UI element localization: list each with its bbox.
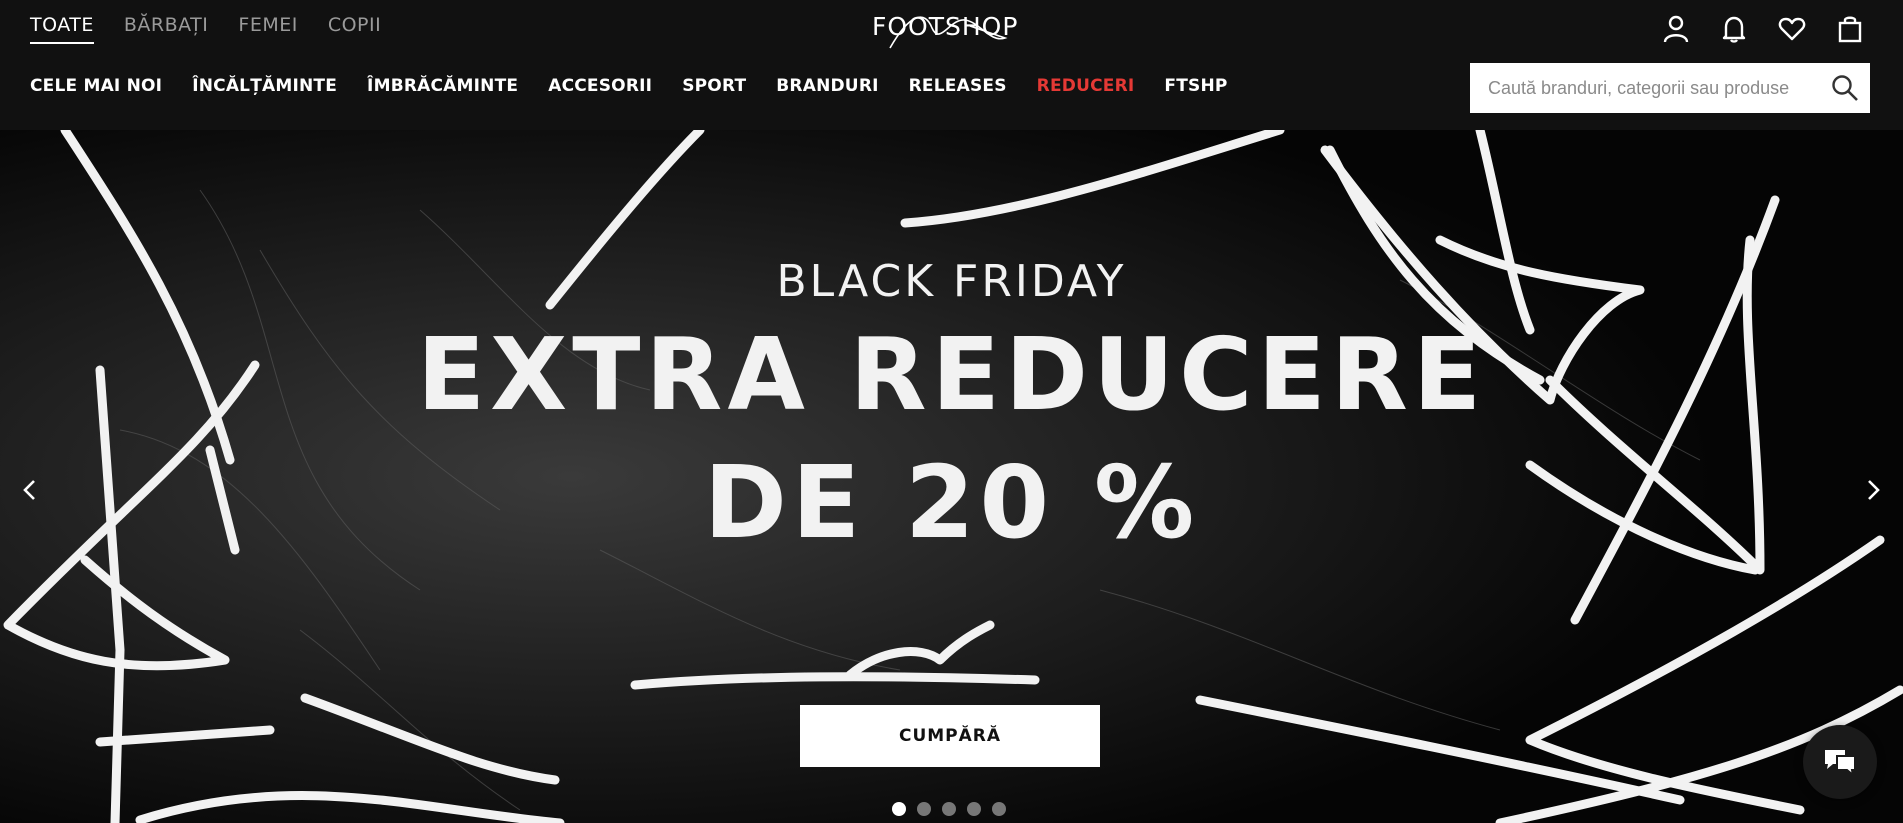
search-input[interactable] (1470, 63, 1820, 113)
nav-imbracaminte[interactable]: ÎMBRĂCĂMINTE (367, 76, 518, 96)
nav-branduri[interactable]: BRANDURI (776, 76, 878, 96)
search-icon[interactable] (1820, 63, 1870, 113)
bag-icon[interactable] (1833, 12, 1867, 46)
tab-barbati[interactable]: BĂRBAȚI (124, 14, 209, 44)
shop-now-button[interactable]: CUMPĂRĂ (800, 705, 1100, 767)
gender-tabs: TOATE BĂRBAȚI FEMEI COPII (30, 14, 411, 44)
nav-reduceri[interactable]: REDUCERI (1037, 76, 1135, 96)
nav-releases[interactable]: RELEASES (909, 76, 1007, 96)
nav-accesorii[interactable]: ACCESORII (548, 76, 652, 96)
carousel-dot[interactable] (917, 802, 931, 816)
hero-headline-line2: DE 20 % (703, 444, 1200, 561)
nav-incaltaminte[interactable]: ÎNCĂLȚĂMINTE (192, 76, 337, 96)
site-header: TOATE BĂRBAȚI FEMEI COPII FOOTSHOP CELE … (0, 0, 1903, 130)
carousel-dot[interactable] (942, 802, 956, 816)
carousel-dot[interactable] (892, 802, 906, 816)
chat-icon[interactable] (1803, 725, 1877, 799)
tab-copii[interactable]: COPII (328, 14, 381, 44)
carousel-dot[interactable] (992, 802, 1006, 816)
user-icon[interactable] (1659, 12, 1693, 46)
nav-sport[interactable]: SPORT (682, 76, 746, 96)
tab-femei[interactable]: FEMEI (238, 14, 297, 44)
search-box (1470, 63, 1870, 113)
carousel-prev-icon[interactable] (10, 470, 50, 510)
nav-cele-mai-noi[interactable]: CELE MAI NOI (30, 76, 162, 96)
tab-toate[interactable]: TOATE (30, 14, 94, 44)
footshop-logo[interactable]: FOOTSHOP (870, 8, 1020, 49)
hero-headline-line1: EXTRA REDUCERE (416, 316, 1487, 433)
carousel-next-icon[interactable] (1853, 470, 1893, 510)
carousel-dots (892, 802, 1006, 816)
bell-icon[interactable] (1717, 12, 1751, 46)
header-icons (1659, 12, 1867, 46)
main-nav: CELE MAI NOI ÎNCĂLȚĂMINTE ÎMBRĂCĂMINTE A… (30, 76, 1258, 96)
hero-banner[interactable]: BLACK FRIDAY EXTRA REDUCERE DE 20 % CUMP… (0, 130, 1903, 823)
logo-scribble (889, 16, 1008, 49)
nav-ftshp[interactable]: FTSHP (1164, 76, 1227, 96)
heart-icon[interactable] (1775, 12, 1809, 46)
carousel-dot[interactable] (967, 802, 981, 816)
hero-eyebrow: BLACK FRIDAY (776, 256, 1127, 307)
